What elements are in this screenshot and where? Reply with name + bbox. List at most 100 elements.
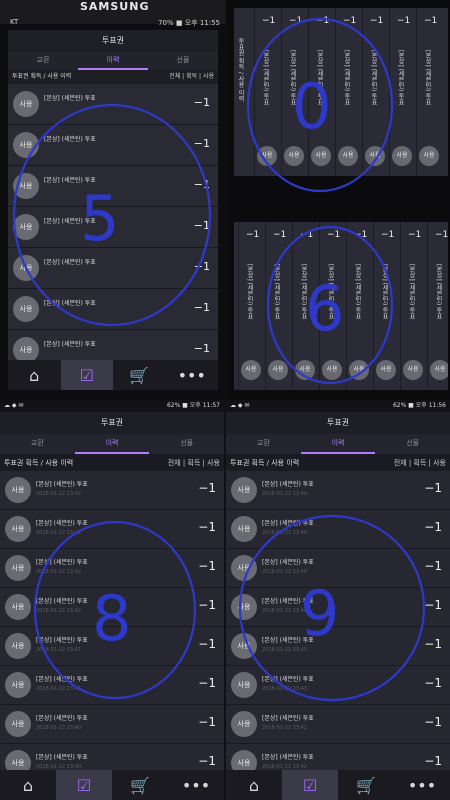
rotated-list-item: −1 [본상] (세븐틴) 투표 사용	[308, 8, 335, 176]
use-badge: 사용	[241, 360, 261, 380]
list-item[interactable]: 사용 [본상] (세븐틴) 투표 2018-01-22 23:43 −1	[226, 627, 450, 666]
vote-title: [본상] (세븐틴) 투표	[424, 50, 431, 106]
vote-title: [본상] (세븐틴) 투표	[36, 715, 88, 722]
tab-exchange[interactable]: 교환	[0, 434, 75, 454]
rotated-list-item: −1 [본상] (세븐틴) 투표 사용	[400, 222, 427, 390]
list-item[interactable]: 사용 [본상] (세븐틴) 투표 −1	[8, 166, 218, 207]
vote-date: 2018-01-22 23:42	[36, 608, 82, 614]
rotated-list-item: −1 [본상] (세븐틴) 투표 사용	[416, 8, 443, 176]
tab-history[interactable]: 이력	[78, 52, 148, 70]
list-item[interactable]: 사용 [본상] (세븐틴) 투표 2018-01-22 23:42 −1	[0, 549, 224, 588]
use-badge: 사용	[5, 555, 31, 581]
list-item[interactable]: 사용 [본상] (세븐틴) 투표 2018-01-22 23:42 −1	[0, 588, 224, 627]
use-badge: 사용	[5, 516, 31, 542]
more-icon[interactable]: •••	[166, 360, 219, 390]
list-item[interactable]: 사용 [본상] (세븐틴) 투표 2018-01-22 23:44 −1	[226, 471, 450, 510]
vote-delta: −1	[424, 481, 442, 495]
list-item[interactable]: 사용 [본상] (세븐틴) 투표 2018-01-22 23:40 −1	[0, 705, 224, 744]
use-badge: 사용	[311, 146, 331, 166]
vote-check-icon[interactable]: ☑	[56, 770, 112, 800]
vote-delta: −1	[354, 230, 368, 240]
vote-title: [본상] (세븐틴) 투표	[36, 676, 88, 683]
list-item[interactable]: 사용 [본상] (세븐틴) 투표 2018-01-22 23:44 −1	[226, 510, 450, 549]
page-title: 투표권	[226, 412, 450, 434]
phone-photo-left: SAMSUNG KT 70% ■ 오후 11:55 투표권 교환 이력 선물 투…	[0, 0, 226, 400]
filter-links[interactable]: 전체 | 획득 | 사용	[168, 455, 220, 471]
tab-history[interactable]: 이력	[300, 434, 376, 454]
use-badge: 사용	[430, 360, 448, 380]
vote-title: [본상] (세븐틴) 투표	[300, 264, 307, 320]
vote-check-icon[interactable]: ☑	[282, 770, 338, 800]
vote-title: [본상] (세븐틴) 투표	[262, 50, 269, 106]
use-badge: 사용	[419, 146, 439, 166]
vote-title: [본상] (세븐틴) 투표	[370, 50, 377, 106]
status-bar: ☁ ◆ ✉ 62% ■ 오후 11:56	[226, 400, 450, 412]
list-item[interactable]: 사용 [본상] (세븐틴) 투표 2018-01-22 23:42 −1	[226, 705, 450, 744]
cart-icon[interactable]: 🛒	[113, 360, 166, 390]
vote-delta: −1	[193, 342, 210, 355]
screenshot-right: ☁ ◆ ✉ 62% ■ 오후 11:56 투표권 교환 이력 선물 투표권 획득…	[226, 400, 450, 800]
use-badge: 사용	[231, 672, 257, 698]
tab-gift[interactable]: 선물	[148, 52, 218, 70]
use-badge: 사용	[231, 633, 257, 659]
vote-date: 2018-01-22 23:41	[36, 647, 82, 653]
bottom-nav: ⌂ ☑ 🛒 •••	[0, 770, 224, 800]
list-item[interactable]: 사용 [본상] (세븐틴) 투표 2018-01-22 23:41 −1	[0, 627, 224, 666]
rotated-list-item: −1 [본상] (세븐틴) 투표 사용	[389, 8, 416, 176]
vote-delta: −1	[424, 637, 442, 651]
filter-links[interactable]: 전체 | 획득 | 사용	[169, 70, 214, 84]
vote-title: [본상] (세븐틴) 투표	[262, 598, 314, 605]
list-item[interactable]: 사용 [본상] (세븐틴) 투표 −1	[8, 125, 218, 166]
vote-title: [본상] (세븐틴) 투표	[36, 598, 88, 605]
use-badge: 사용	[231, 711, 257, 737]
list-item[interactable]: 사용 [본상] (세븐틴) 투표 2018-01-22 23:41 −1	[0, 666, 224, 705]
list-item[interactable]: 사용 [본상] (세븐틴) 투표 2018-01-22 23:44 −1	[226, 549, 450, 588]
list-item[interactable]: 사용 [본상] (세븐틴) 투표 −1	[8, 84, 218, 125]
vote-delta: −1	[300, 230, 314, 240]
vote-delta: −1	[424, 598, 442, 612]
list-item[interactable]: 사용 [본상] (세븐틴) 투표 2018-01-22 23:43 −1	[226, 666, 450, 705]
rotated-list-bottom: −1 [본상] (세븐틴) 투표 사용 −1 [본상] (세븐틴) 투표 사용 −1 [본상]…	[234, 222, 448, 390]
vote-delta: −1	[435, 230, 448, 240]
tab-exchange[interactable]: 교환	[8, 52, 78, 70]
vote-delta: −1	[193, 301, 210, 314]
rotated-list-item: −1 [본상] (세븐틴) 투표 사용	[346, 222, 373, 390]
vote-delta: −1	[343, 16, 357, 26]
page-title: 투표권	[8, 30, 218, 52]
filter-links[interactable]: 전체 | 획득 | 사용	[394, 455, 446, 471]
history-list: 사용 [본상] (세븐틴) 투표 −1 사용 [본상] (세븐틴) 투표 −1 사용 [본상]…	[8, 84, 218, 371]
status-icons: ☁ ◆ ✉	[230, 402, 250, 409]
cart-icon[interactable]: 🛒	[112, 770, 168, 800]
list-item[interactable]: 사용 [본상] (세븐틴) 투표 −1	[8, 248, 218, 289]
vote-delta: −1	[370, 16, 384, 26]
vote-delta: −1	[198, 676, 216, 690]
tab-exchange[interactable]: 교환	[226, 434, 301, 454]
status-icons: ☁ ◆ ✉	[4, 402, 24, 409]
vote-delta: −1	[198, 754, 216, 768]
home-icon[interactable]: ⌂	[226, 770, 282, 800]
use-badge: 사용	[376, 360, 396, 380]
tab-history[interactable]: 이력	[74, 434, 150, 454]
home-icon[interactable]: ⌂	[8, 360, 61, 390]
use-badge: 사용	[231, 594, 257, 620]
more-icon[interactable]: •••	[168, 770, 224, 800]
use-badge: 사용	[13, 173, 39, 199]
use-badge: 사용	[13, 91, 39, 117]
list-item[interactable]: 사용 [본상] (세븐틴) 투표 2018-01-22 23:42 −1	[0, 471, 224, 510]
vote-check-icon[interactable]: ☑	[60, 360, 113, 390]
tab-gift[interactable]: 선물	[375, 434, 450, 454]
tab-gift[interactable]: 선물	[149, 434, 224, 454]
use-badge: 사용	[295, 360, 315, 380]
list-item[interactable]: 사용 [본상] (세븐틴) 투표 −1	[8, 289, 218, 330]
more-icon[interactable]: •••	[394, 770, 450, 800]
list-item[interactable]: 사용 [본상] (세븐틴) 투표 −1	[8, 207, 218, 248]
history-header: 투표권 획득 / 사용 이력 전체 | 획득 | 사용	[8, 70, 218, 84]
vote-delta: −1	[397, 16, 411, 26]
use-badge: 사용	[257, 146, 277, 166]
cart-icon[interactable]: 🛒	[338, 770, 394, 800]
list-item[interactable]: 사용 [본상] (세븐틴) 투표 2018-01-22 23:42 −1	[0, 510, 224, 549]
home-icon[interactable]: ⌂	[0, 770, 56, 800]
list-item[interactable]: 사용 [본상] (세븐틴) 투표 2018-01-22 23:44 −1	[226, 588, 450, 627]
vote-title: [본상] (세븐틴) 투표	[44, 177, 96, 184]
vote-delta: −1	[193, 96, 210, 109]
